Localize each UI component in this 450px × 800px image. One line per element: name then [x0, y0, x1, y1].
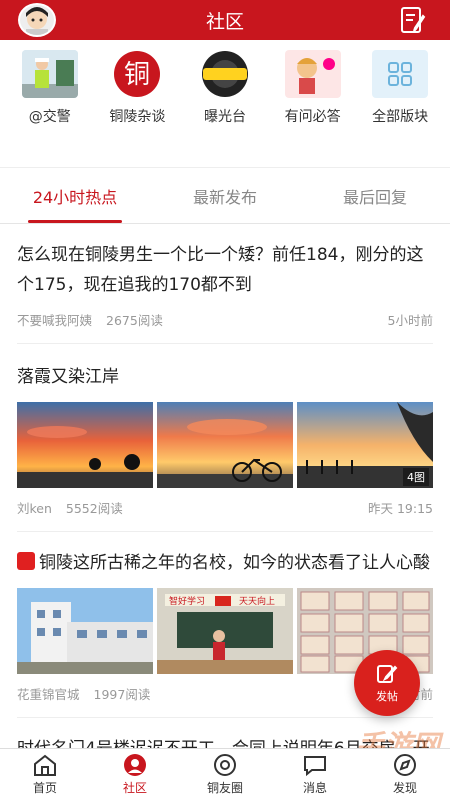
grid-icon [372, 50, 429, 98]
tab-last-reply[interactable]: 最后回复 [300, 168, 450, 223]
home-icon [34, 754, 56, 776]
school-building-image[interactable] [17, 588, 153, 674]
post-reads: 2675阅读 [106, 313, 163, 328]
community-page: 社区 @交警 铜 铜陵杂谈 曝光台 有问必答 全部版块 24小时热点 最新发布 … [0, 0, 450, 800]
tab-latest[interactable]: 最新发布 [150, 168, 300, 223]
post-images: 4图 [17, 402, 433, 488]
community-icon [124, 754, 146, 776]
post-meta: 刘ken 5552阅读 昨天 19:15 [17, 488, 433, 532]
edit-icon[interactable] [398, 5, 428, 35]
classroom-image[interactable]: 智好学习 天天向上 [157, 588, 293, 674]
shortcut-traffic-police[interactable]: @交警 [7, 50, 93, 167]
nav-label: 铜友圈 [206, 781, 243, 795]
shortcut-exposure[interactable]: 曝光台 [182, 50, 268, 167]
sunset-image[interactable]: 4图 [297, 402, 433, 488]
page-title: 社区 [205, 10, 244, 33]
svg-text:铜: 铜 [124, 60, 150, 90]
nav-label: 社区 [122, 781, 147, 795]
classroom-sign-right: 天天向上 [239, 595, 275, 607]
red-packet-icon [17, 552, 35, 570]
post-item[interactable]: 怎么现在铜陵男生一个比一个矮？前任184，刚分的这个175，现在追我的170都不… [0, 224, 450, 344]
post-author: 不要喊我阿姨 [17, 313, 93, 328]
post-title: 铜陵这所古稀之年的名校，如今的状态看了让人心酸 [17, 548, 433, 578]
sunset-image[interactable] [17, 402, 153, 488]
message-icon [304, 756, 326, 777]
nav-messages[interactable]: 消息 [270, 749, 360, 800]
nav-home[interactable]: 首页 [0, 749, 90, 800]
new-post-button[interactable]: 发帖 [354, 650, 420, 716]
shortcut-qa[interactable]: 有问必答 [270, 50, 356, 167]
image-count-badge: 4图 [403, 468, 429, 486]
post-reads: 1997阅读 [93, 687, 151, 702]
shortcut-label: 铜陵杂谈 [109, 109, 166, 125]
shortcut-label: 有问必答 [284, 109, 341, 125]
post-time: 昨天 19:15 [368, 501, 433, 516]
post-reads: 5552阅读 [65, 501, 123, 516]
post-time: 5小时前 [387, 313, 433, 328]
discover-icon [394, 754, 416, 776]
new-post-label: 发帖 [376, 690, 398, 703]
sunset-image[interactable] [157, 402, 293, 488]
qa-icon [284, 50, 341, 98]
post-meta: 不要喊我阿姨 2675阅读 5小时前 [17, 300, 433, 344]
post-author: 花重锦官城 [17, 687, 80, 702]
nav-community[interactable]: 社区 [90, 749, 180, 800]
shortcut-label: @交警 [28, 109, 71, 125]
shortcut-all-boards[interactable]: 全部版块 [357, 50, 443, 167]
tab-24h-hot[interactable]: 24小时热点 [0, 168, 150, 223]
post-item[interactable]: 落霞又染江岸 4图 刘ken 5552阅读 昨天 19:15 [0, 344, 450, 532]
traffic-police-icon [21, 50, 78, 98]
nav-label: 首页 [32, 781, 57, 795]
nav-friends-circle[interactable]: 铜友圈 [180, 749, 270, 800]
exposure-icon [197, 50, 253, 98]
friends-circle-icon [214, 754, 236, 776]
feed-tabs: 24小时热点 最新发布 最后回复 [0, 168, 450, 224]
nav-discover[interactable]: 发现 [360, 749, 450, 800]
shortcut-label: 曝光台 [203, 109, 246, 125]
shortcut-label: 全部版块 [372, 109, 429, 125]
post-title: 怎么现在铜陵男生一个比一个矮？前任184，刚分的这个175，现在追我的170都不… [17, 245, 424, 295]
post-title: 落霞又染江岸 [17, 367, 119, 387]
nav-label: 发现 [392, 781, 417, 795]
nav-label: 消息 [302, 781, 327, 795]
post-author: 刘ken [17, 501, 52, 516]
user-avatar[interactable] [18, 3, 56, 37]
compose-icon [377, 665, 398, 683]
tongling-chat-icon: 铜 [109, 50, 165, 98]
shortcut-tongling-chat[interactable]: 铜 铜陵杂谈 [94, 50, 180, 167]
forum-shortcuts: @交警 铜 铜陵杂谈 曝光台 有问必答 全部版块 [0, 40, 450, 168]
bottom-nav: 首页 社区 铜友圈 消息 发现 [0, 748, 450, 800]
app-header: 社区 [0, 0, 450, 40]
post-title-text: 铜陵这所古稀之年的名校，如今的状态看了让人心酸 [39, 553, 430, 573]
classroom-sign-left: 智好学习 [169, 595, 205, 607]
